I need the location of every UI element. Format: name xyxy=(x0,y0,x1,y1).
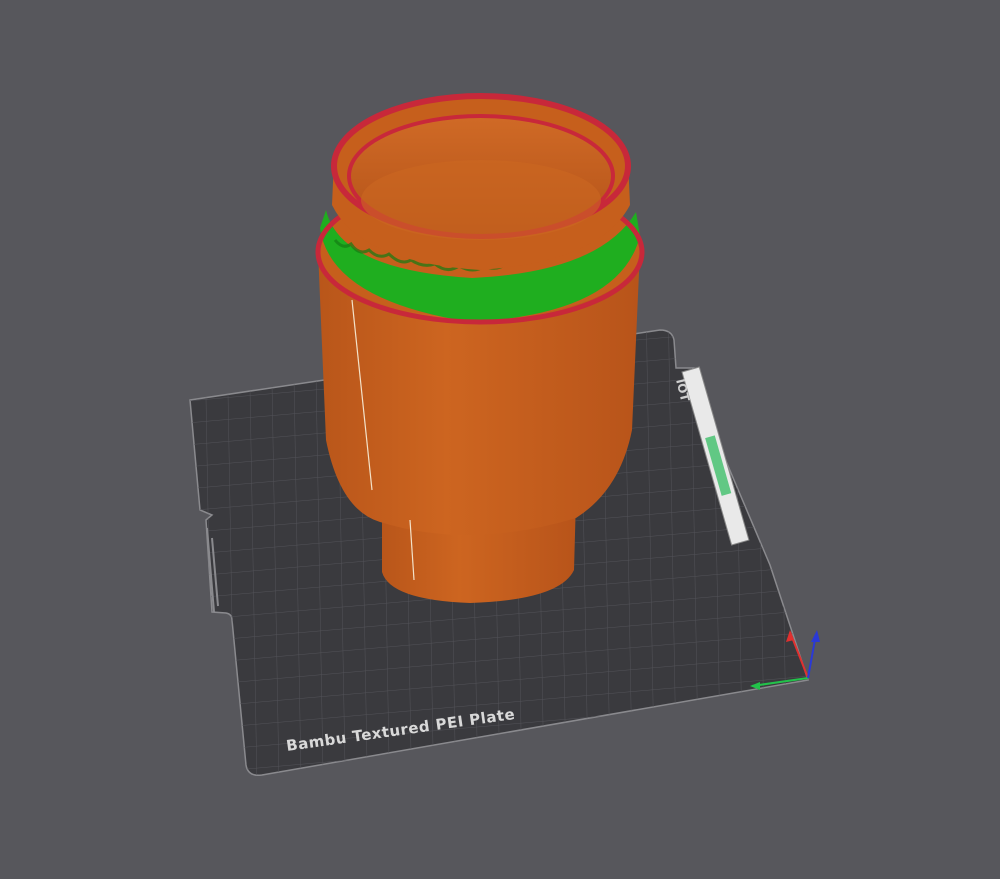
z-axis-arrow-icon xyxy=(811,630,820,642)
3d-viewport[interactable]: IOT Bambu Textured PEI Plate xyxy=(0,0,1000,879)
cup-inner-floor-shade xyxy=(361,160,601,240)
